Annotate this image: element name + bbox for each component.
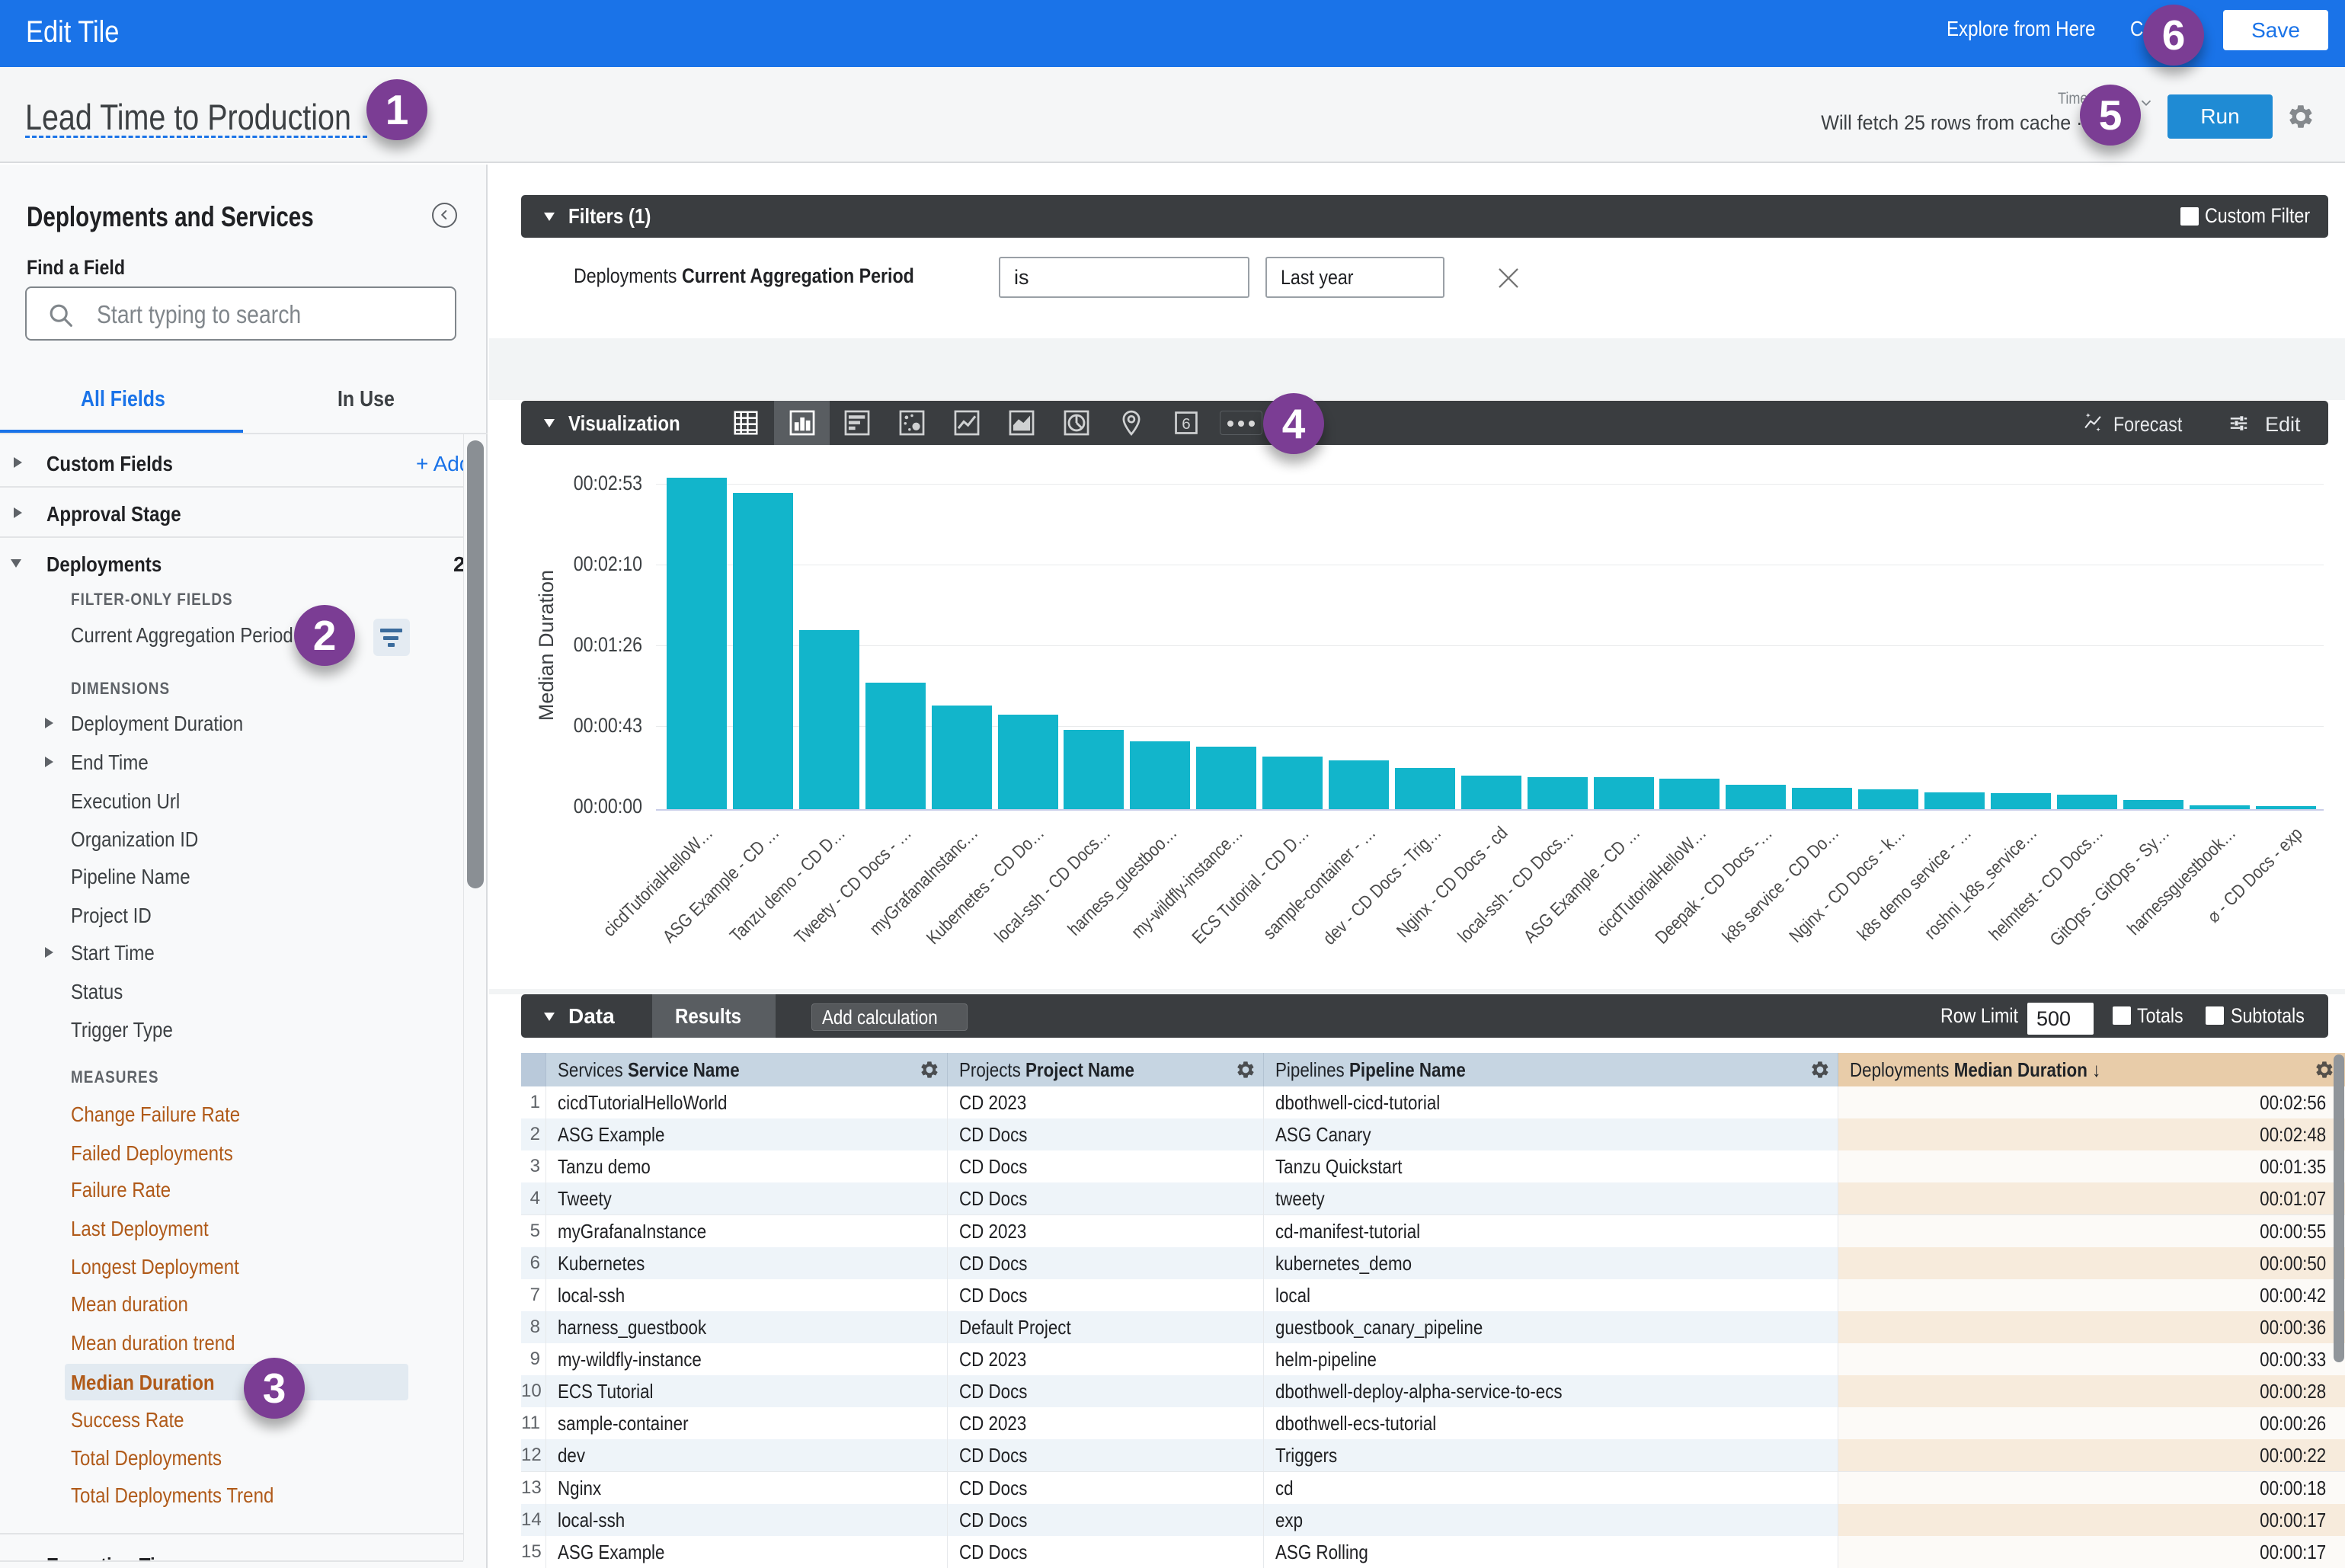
svg-text:6: 6 (1182, 415, 1190, 433)
